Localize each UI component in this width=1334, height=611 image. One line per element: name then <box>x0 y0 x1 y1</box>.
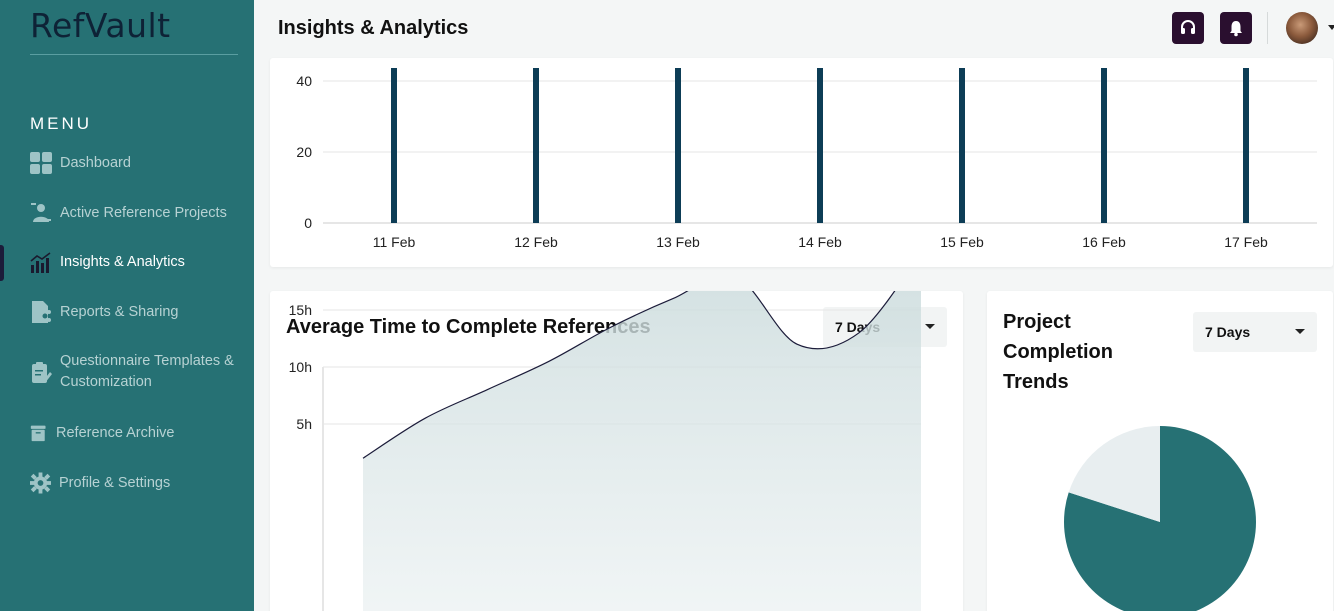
page-title: Insights & Analytics <box>278 17 469 39</box>
sidebar-item-label: Active Reference Projects <box>60 204 227 221</box>
bar <box>391 68 397 223</box>
sidebar-item-insights-analytics[interactable]: Insights & Analytics <box>30 251 240 273</box>
sidebar-item-label: Questionnaire Templates & Customization <box>60 353 234 390</box>
project-completion-card: Project Completion Trends 7 Days <box>987 291 1333 611</box>
bell-icon <box>1230 21 1242 37</box>
bar-chart-icon <box>30 252 51 273</box>
y-tick-label: 40 <box>296 73 312 89</box>
x-tick-label: 16 Feb <box>1082 234 1126 250</box>
y-tick-label: 20 <box>296 144 312 160</box>
bar <box>675 68 681 223</box>
bar-chart-card: 0 20 40 11 Feb 12 Feb 13 Feb 14 Feb 15 Feb 16 Fe… <box>270 58 1333 267</box>
bar <box>817 68 823 223</box>
area-chart: 5h10h15h20h24h <box>289 291 921 611</box>
y-tick-label: 5h <box>296 416 312 432</box>
sidebar-item-questionnaire-templates[interactable]: Questionnaire Templates & Customization <box>30 351 240 393</box>
people-icon <box>31 203 51 222</box>
pie-chart <box>1064 426 1256 611</box>
sidebar-item-label: Reports & Sharing <box>60 303 179 320</box>
sidebar-item-reports-sharing[interactable]: Reports & Sharing <box>30 301 240 323</box>
sidebar-item-active-reference-projects[interactable]: Active Reference Projects <box>30 202 240 224</box>
support-button[interactable] <box>1172 12 1204 44</box>
sidebar-item-label: Reference Archive <box>56 424 175 441</box>
sidebar-item-profile-settings[interactable]: Profile & Settings <box>30 472 240 494</box>
active-indicator <box>0 245 4 281</box>
y-tick-label: 15h <box>289 302 312 318</box>
sidebar-item-label: Dashboard <box>60 154 131 171</box>
sidebar-item-label: Insights & Analytics <box>60 253 185 270</box>
clipboard-edit-icon <box>32 362 52 383</box>
archive-box-icon <box>30 425 46 442</box>
notifications-button[interactable] <box>1220 12 1252 44</box>
report-share-icon <box>32 301 51 323</box>
x-tick-label: 14 Feb <box>798 234 842 250</box>
headset-icon <box>1181 20 1195 34</box>
sidebar: RefVault MENU Dashboard Active Reference… <box>0 0 254 611</box>
menu-title: MENU <box>30 114 93 133</box>
dashboard-grid-icon <box>30 152 52 174</box>
x-tick-label: 12 Feb <box>514 234 558 250</box>
x-tick-label: 17 Feb <box>1224 234 1268 250</box>
bar-chart: 0 20 40 11 Feb 12 Feb 13 Feb 14 Feb 15 Feb 16 Fe… <box>296 68 1317 250</box>
y-tick-label: 10h <box>289 359 312 375</box>
bar <box>533 68 539 223</box>
sidebar-item-label: Profile & Settings <box>59 474 171 491</box>
header-divider <box>1267 12 1268 44</box>
y-tick-label: 0 <box>304 215 312 231</box>
sidebar-item-dashboard[interactable]: Dashboard <box>30 152 240 174</box>
gear-icon <box>30 472 51 494</box>
avatar[interactable] <box>1286 12 1318 44</box>
x-tick-label: 11 Feb <box>373 234 416 250</box>
bar <box>1101 68 1107 223</box>
sidebar-item-reference-archive[interactable]: Reference Archive <box>30 422 240 444</box>
top-header: Insights & Analytics <box>254 0 1334 58</box>
area-fill <box>363 291 921 611</box>
bar <box>959 68 965 223</box>
logo-divider <box>30 54 238 55</box>
bar <box>1243 68 1249 223</box>
x-tick-label: 13 Feb <box>656 234 700 250</box>
x-tick-label: 15 Feb <box>940 234 984 250</box>
logo[interactable]: RefVault <box>30 6 171 45</box>
chevron-down-icon[interactable] <box>1328 25 1334 30</box>
average-time-card: Average Time to Complete References 7 Da… <box>270 291 963 611</box>
